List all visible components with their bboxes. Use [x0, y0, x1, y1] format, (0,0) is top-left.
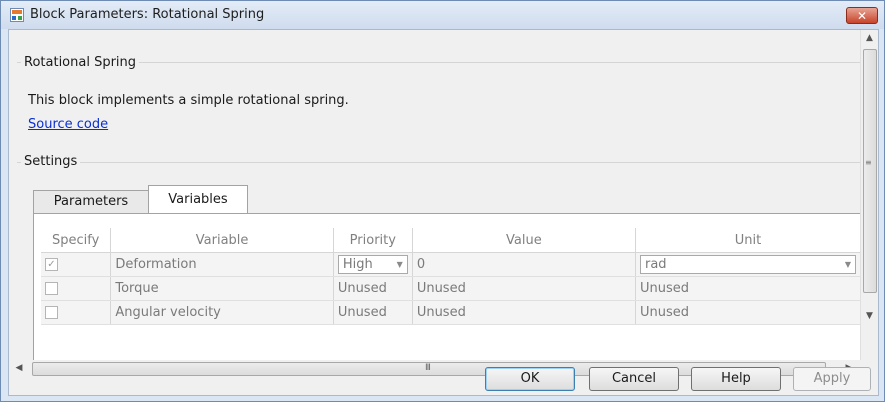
column-header-variable[interactable]: Variable — [110, 228, 334, 253]
table-row: Torque Unused Unused Unused — [41, 276, 860, 301]
dialog-body: Rotational Spring This block implements … — [8, 29, 879, 396]
table-row: Angular velocity Unused Unused Unused — [41, 300, 860, 325]
check-icon: ✓ — [47, 259, 56, 270]
column-header-unit[interactable]: Unit — [635, 228, 860, 253]
column-header-specify[interactable]: Specify — [41, 228, 112, 253]
value-cell: Unused — [412, 300, 636, 325]
help-button[interactable]: Help — [691, 367, 781, 391]
scroll-left-icon[interactable]: ◀ — [11, 360, 27, 377]
close-icon: ✕ — [856, 9, 868, 23]
tab-variables[interactable]: Variables — [148, 185, 248, 214]
block-group-border — [17, 62, 860, 63]
chevron-down-icon: ▼ — [396, 260, 403, 269]
table-header-row: Specify Variable Priority Value Unit — [41, 228, 860, 253]
scroll-up-icon[interactable]: ▲ — [861, 30, 878, 47]
block-description: This block implements a simple rotationa… — [28, 93, 349, 108]
cancel-button[interactable]: Cancel — [589, 367, 679, 391]
unit-cell: Unused — [635, 300, 860, 325]
priority-cell: Unused — [333, 276, 413, 301]
variable-name: Deformation — [110, 252, 334, 277]
parameters-scroll-area: Rotational Spring This block implements … — [9, 30, 860, 360]
value-cell: Unused — [412, 276, 636, 301]
priority-cell: Unused — [333, 300, 413, 325]
close-button[interactable]: ✕ — [846, 7, 878, 24]
unit-dropdown[interactable]: rad ▼ — [639, 255, 856, 274]
table-row: ✓ Deformation High ▼ 0 rad ▼ — [41, 252, 860, 277]
window-title: Block Parameters: Rotational Spring — [30, 7, 265, 22]
settings-group-title: Settings — [21, 154, 81, 169]
source-code-link[interactable]: Source code — [28, 117, 108, 132]
column-header-priority[interactable]: Priority — [333, 228, 413, 253]
column-header-value[interactable]: Value — [412, 228, 636, 253]
specify-checkbox-deformation[interactable]: ✓ — [45, 258, 58, 271]
tab-parameters[interactable]: Parameters — [33, 190, 148, 214]
variable-name: Torque — [110, 276, 334, 301]
unit-cell: Unused — [635, 276, 860, 301]
grip-icon: ≡ — [865, 158, 872, 167]
value-field[interactable]: 0 — [412, 252, 636, 277]
vertical-scroll-thumb[interactable] — [863, 49, 877, 293]
scroll-down-icon[interactable]: ▼ — [861, 308, 878, 325]
dialog-window: Block Parameters: Rotational Spring ✕ Ro… — [0, 0, 885, 402]
priority-dropdown[interactable]: High ▼ — [337, 255, 408, 274]
apply-button[interactable]: Apply — [793, 367, 871, 391]
ok-button[interactable]: OK — [485, 367, 575, 391]
simulink-block-icon — [10, 8, 24, 22]
specify-checkbox-angular-velocity[interactable] — [45, 306, 58, 319]
variable-name: Angular velocity — [110, 300, 334, 325]
block-group-title: Rotational Spring — [21, 55, 140, 70]
specify-checkbox-torque[interactable] — [45, 282, 58, 295]
variables-tab-panel: Specify Variable Priority Value Unit ✓ D… — [33, 213, 860, 360]
chevron-down-icon: ▼ — [844, 260, 851, 269]
grip-icon: III — [425, 363, 431, 373]
title-bar[interactable]: Block Parameters: Rotational Spring ✕ — [1, 1, 884, 29]
variables-table: Specify Variable Priority Value Unit ✓ D… — [41, 228, 860, 325]
priority-value: High — [342, 257, 373, 272]
vertical-scrollbar[interactable]: ▲ ≡ ▼ — [860, 30, 878, 360]
settings-group-border — [17, 162, 860, 163]
unit-value: rad — [644, 257, 667, 272]
